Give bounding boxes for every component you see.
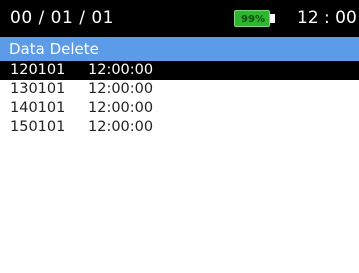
status-time: 12 : 00	[297, 8, 357, 28]
record-date: 150101	[10, 119, 66, 135]
record-date: 120101	[10, 62, 66, 78]
record-time: 12:00:00	[88, 62, 154, 78]
list-item[interactable]: 150101 12:00:00	[0, 118, 359, 137]
record-date: 130101	[10, 81, 66, 97]
battery-body: 99%	[234, 10, 270, 27]
list-item[interactable]: 120101 12:00:00	[0, 61, 359, 80]
list-item[interactable]: 140101 12:00:00	[0, 99, 359, 118]
record-list: 120101 12:00:00 130101 12:00:00 140101 1…	[0, 61, 359, 137]
status-date: 00 / 01 / 01	[10, 8, 114, 28]
battery-tip	[270, 14, 275, 23]
status-bar: 00 / 01 / 01 99% 12 : 00	[0, 0, 359, 37]
record-date: 140101	[10, 100, 66, 116]
list-item[interactable]: 130101 12:00:00	[0, 80, 359, 99]
title-bar: Data Delete	[0, 37, 359, 61]
record-time: 12:00:00	[88, 119, 154, 135]
battery-percent: 99%	[241, 14, 265, 25]
page-title: Data Delete	[9, 40, 99, 58]
battery-icon: 99%	[234, 10, 276, 27]
device-screen: 00 / 01 / 01 99% 12 : 00 Data Delete 120…	[0, 0, 359, 273]
record-time: 12:00:00	[88, 81, 154, 97]
record-time: 12:00:00	[88, 100, 154, 116]
